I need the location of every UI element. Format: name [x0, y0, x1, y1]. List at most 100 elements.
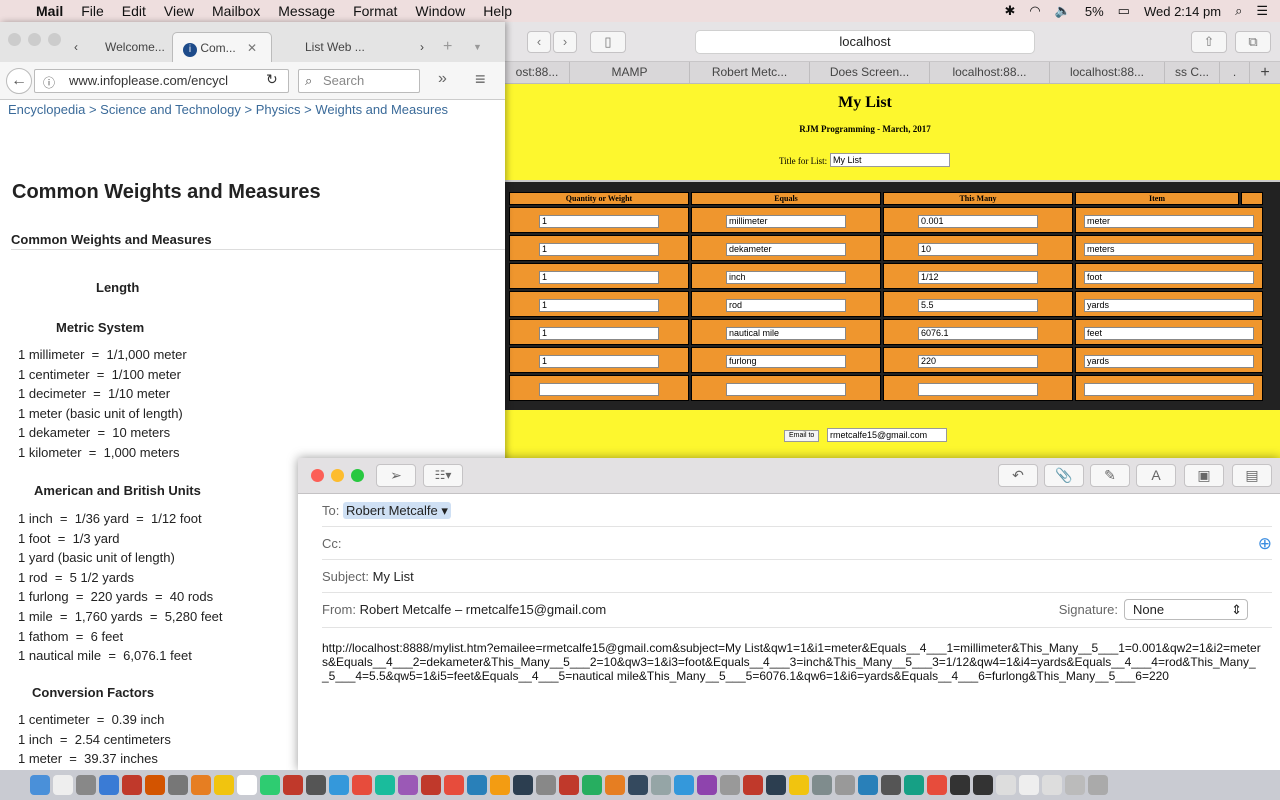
- photo-browser-icon[interactable]: ▣: [1184, 464, 1224, 487]
- cell-input[interactable]: [918, 354, 1038, 368]
- menu-edit[interactable]: Edit: [122, 3, 146, 19]
- minimize-window-button[interactable]: [28, 33, 41, 46]
- markup-icon[interactable]: ✎: [1090, 464, 1130, 487]
- cell-input[interactable]: [1084, 354, 1254, 368]
- dock-app-icon[interactable]: [812, 775, 832, 795]
- back-button[interactable]: ‹: [527, 31, 551, 53]
- cell-input[interactable]: [918, 214, 1038, 228]
- attachment-icon[interactable]: 📎: [1044, 464, 1084, 487]
- menu-file[interactable]: File: [81, 3, 104, 19]
- tab[interactable]: Robert Metc...: [690, 62, 810, 83]
- forward-button[interactable]: ›: [553, 31, 577, 53]
- dock-app-icon[interactable]: [1088, 775, 1108, 795]
- cell-input[interactable]: [539, 214, 659, 228]
- stationery-icon[interactable]: ▤: [1232, 464, 1272, 487]
- cell-input[interactable]: [539, 326, 659, 340]
- dock-app-icon[interactable]: [559, 775, 579, 795]
- tab[interactable]: localhost:88...: [930, 62, 1050, 83]
- cell-input[interactable]: [918, 298, 1038, 312]
- menu-window[interactable]: Window: [415, 3, 465, 19]
- site-info-icon[interactable]: ⓘ: [43, 74, 55, 91]
- dock-app-icon[interactable]: [720, 775, 740, 795]
- dock-app-icon[interactable]: [329, 775, 349, 795]
- tab[interactable]: .: [1220, 62, 1250, 83]
- message-body[interactable]: http://localhost:8888/mylist.htm?emailee…: [322, 641, 1262, 683]
- cell-input[interactable]: [918, 242, 1038, 256]
- dock-app-icon[interactable]: [306, 775, 326, 795]
- zoom-window-button[interactable]: [351, 469, 364, 482]
- dock-app-icon[interactable]: [490, 775, 510, 795]
- dock-app-icon[interactable]: [53, 775, 73, 795]
- dock-app-icon[interactable]: [743, 775, 763, 795]
- format-text-icon[interactable]: A: [1136, 464, 1176, 487]
- tab[interactable]: Does Screen...: [810, 62, 930, 83]
- breadcrumb-encyclopedia[interactable]: Encyclopedia >: [8, 102, 97, 117]
- dock-app-icon[interactable]: [651, 775, 671, 795]
- dock-app-icon[interactable]: [973, 775, 993, 795]
- close-window-button[interactable]: [311, 469, 324, 482]
- subject-row[interactable]: Subject: My List: [322, 560, 1272, 593]
- overflow-icon[interactable]: »: [438, 70, 447, 88]
- spotlight-icon[interactable]: ⌕: [1235, 3, 1242, 19]
- tab-list-web[interactable]: List Web ...: [305, 32, 365, 62]
- cell-input[interactable]: [726, 298, 846, 312]
- tab-list-dropdown[interactable]: ▼: [473, 32, 482, 62]
- dock-app-icon[interactable]: [237, 775, 257, 795]
- menu-format[interactable]: Format: [353, 3, 397, 19]
- dock-app-icon[interactable]: [766, 775, 786, 795]
- dock-app-icon[interactable]: [30, 775, 50, 795]
- share-icon[interactable]: ⇧: [1191, 31, 1227, 53]
- cell-input[interactable]: [539, 354, 659, 368]
- new-tab-button[interactable]: +: [1250, 62, 1280, 83]
- dock-app-icon[interactable]: [881, 775, 901, 795]
- clock[interactable]: Wed 2:14 pm: [1144, 4, 1221, 19]
- from-value[interactable]: Robert Metcalfe – rmetcalfe15@gmail.com: [360, 602, 607, 617]
- signature-select[interactable]: None ⇕: [1124, 599, 1248, 620]
- add-contact-icon[interactable]: ⊕: [1258, 527, 1272, 560]
- menu-app[interactable]: Mail: [36, 3, 63, 19]
- tab-scroll-right[interactable]: ›: [420, 32, 424, 62]
- dock-app-icon[interactable]: [421, 775, 441, 795]
- cell-input[interactable]: [1084, 242, 1254, 256]
- cell-input[interactable]: [1084, 214, 1254, 228]
- breadcrumb-weights[interactable]: Weights and Measures: [315, 102, 448, 117]
- cell-input[interactable]: [1084, 270, 1254, 284]
- back-button[interactable]: ←: [6, 68, 32, 94]
- dock-app-icon[interactable]: [444, 775, 464, 795]
- cell-input[interactable]: [1084, 382, 1254, 396]
- menu-message[interactable]: Message: [278, 3, 335, 19]
- cell-input[interactable]: [1084, 326, 1254, 340]
- dock-app-icon[interactable]: [260, 775, 280, 795]
- sidebar-icon[interactable]: ▯: [590, 31, 626, 53]
- tab-scroll-left[interactable]: ‹: [74, 32, 78, 62]
- tabs-icon[interactable]: ⧉: [1235, 31, 1271, 53]
- menu-view[interactable]: View: [164, 3, 194, 19]
- hamburger-menu-icon[interactable]: ≡: [475, 69, 486, 90]
- dock-app-icon[interactable]: [398, 775, 418, 795]
- breadcrumb-science[interactable]: Science and Technology: [100, 102, 241, 117]
- tab[interactable]: ost:88...: [505, 62, 570, 83]
- title-input[interactable]: [830, 153, 950, 167]
- dock-app-icon[interactable]: [122, 775, 142, 795]
- header-fields-icon[interactable]: ☷▾: [423, 464, 463, 487]
- email-to-button[interactable]: Email to: [784, 430, 820, 442]
- dock-app-icon[interactable]: [1065, 775, 1085, 795]
- battery-status[interactable]: 5%: [1085, 4, 1104, 19]
- cell-input[interactable]: [539, 270, 659, 284]
- dock-app-icon[interactable]: [214, 775, 234, 795]
- subject-value[interactable]: My List: [373, 569, 414, 584]
- tab-common-weights[interactable]: i Com... ✕: [172, 32, 272, 62]
- dock-app-icon[interactable]: [375, 775, 395, 795]
- dock-app-icon[interactable]: [513, 775, 533, 795]
- dock-app-icon[interactable]: [697, 775, 717, 795]
- dock-app-icon[interactable]: [628, 775, 648, 795]
- tab[interactable]: localhost:88...: [1050, 62, 1165, 83]
- url-bar[interactable]: www.infoplease.com/encycl: [34, 69, 289, 93]
- menu-mailbox[interactable]: Mailbox: [212, 3, 260, 19]
- menu-help[interactable]: Help: [483, 3, 512, 19]
- dock-app-icon[interactable]: [996, 775, 1016, 795]
- dock-app-icon[interactable]: [904, 775, 924, 795]
- minimize-window-button[interactable]: [331, 469, 344, 482]
- cell-input[interactable]: [1084, 298, 1254, 312]
- dock-app-icon[interactable]: [789, 775, 809, 795]
